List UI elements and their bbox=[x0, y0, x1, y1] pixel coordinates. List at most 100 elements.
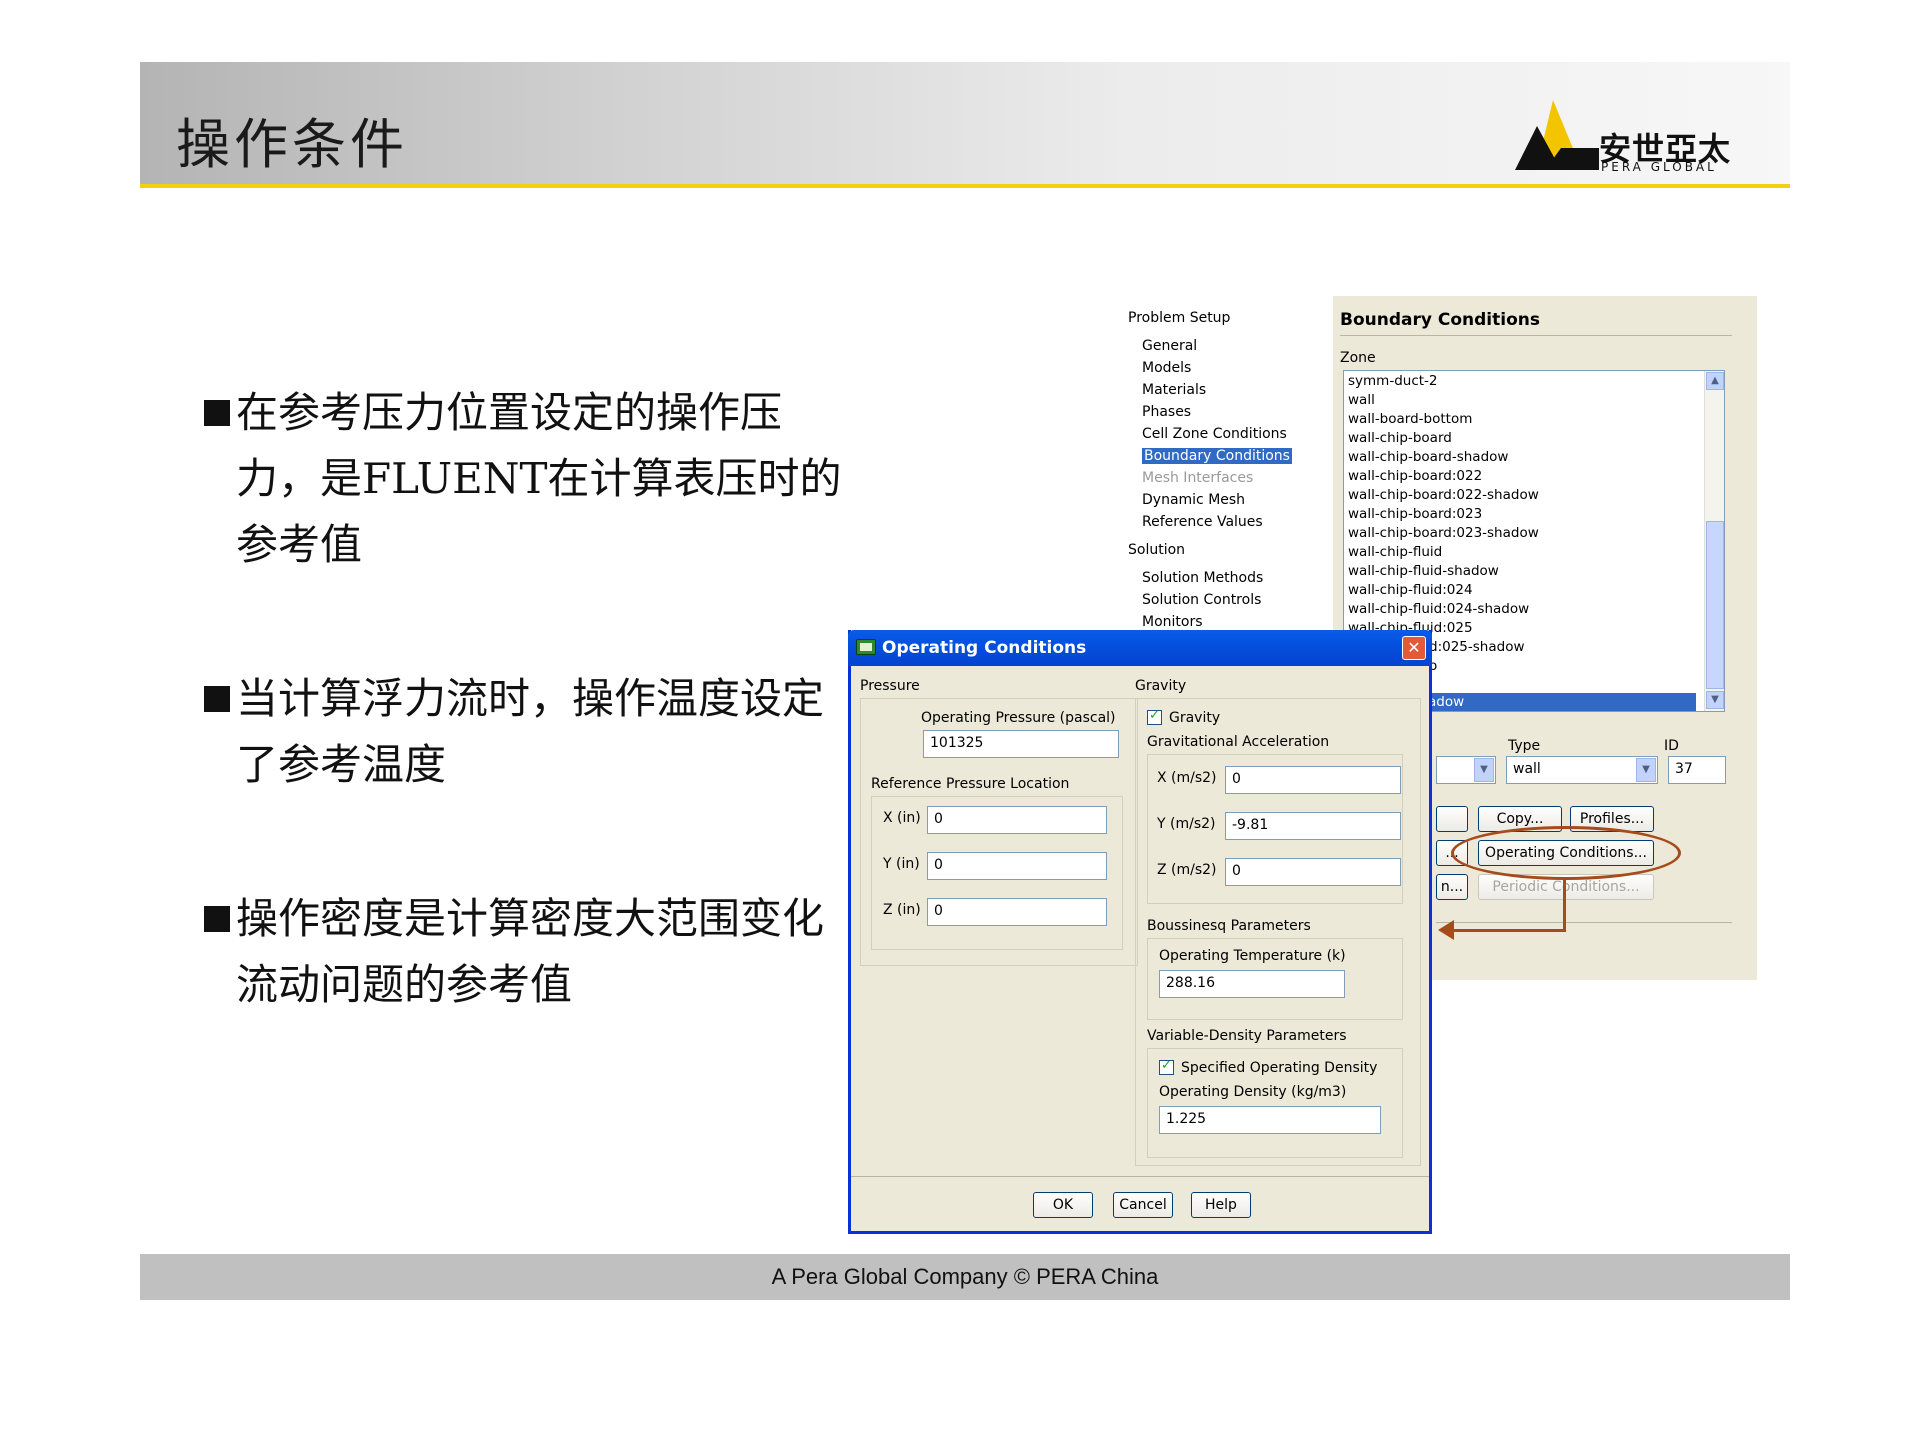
bullet-square-icon bbox=[204, 906, 230, 932]
divider bbox=[1340, 335, 1732, 336]
variable-density-parameters-label: Variable-Density Parameters bbox=[1147, 1028, 1347, 1044]
x-ms2-label: X (m/s2) bbox=[1157, 770, 1217, 786]
list-item[interactable]: wall-chip-fluid:024-shadow bbox=[1348, 601, 1529, 617]
list-item[interactable]: wall bbox=[1348, 392, 1375, 408]
chevron-down-icon[interactable]: ▼ bbox=[1636, 758, 1656, 782]
z-ms2-field[interactable]: 0 bbox=[1225, 858, 1401, 886]
tree-item-phases[interactable]: Phases bbox=[1142, 404, 1191, 420]
list-item[interactable]: wall-chip-fluid:024 bbox=[1348, 582, 1473, 598]
y-ms2-field[interactable]: -9.81 bbox=[1225, 812, 1401, 840]
list-item[interactable]: wall-chip-fluid-shadow bbox=[1348, 563, 1499, 579]
zone-list-scrollbar[interactable]: ▲ ▼ bbox=[1704, 371, 1724, 711]
tree-item-general[interactable]: General bbox=[1142, 338, 1197, 354]
tree-item-reference-values[interactable]: Reference Values bbox=[1142, 514, 1263, 530]
cancel-button[interactable]: Cancel bbox=[1113, 1192, 1173, 1218]
z-in-label: Z (in) bbox=[883, 902, 921, 918]
title-underline bbox=[140, 184, 1790, 188]
boussinesq-parameters-label: Boussinesq Parameters bbox=[1147, 918, 1311, 934]
chevron-down-icon[interactable]: ▼ bbox=[1474, 758, 1494, 782]
pressure-group-label: Pressure bbox=[860, 678, 920, 694]
arrow-left-icon bbox=[1438, 920, 1454, 940]
bullet-item: 操作密度是计算密度大范围变化流动问题的参考值 bbox=[204, 886, 864, 1018]
tree-item-cell-zone-conditions[interactable]: Cell Zone Conditions bbox=[1142, 426, 1287, 442]
bullet-item: 在参考压力位置设定的操作压力，是FLUENT在计算表压时的参考值 bbox=[204, 380, 864, 578]
tree-item-monitors[interactable]: Monitors bbox=[1142, 614, 1203, 630]
logo-text-en: PERA GLOBAL bbox=[1601, 160, 1717, 174]
edit-button[interactable] bbox=[1436, 806, 1468, 832]
gravity-checkbox-label: Gravity bbox=[1169, 710, 1221, 726]
divider bbox=[851, 1176, 1429, 1177]
footer-text: A Pera Global Company © PERA China bbox=[771, 1264, 1159, 1289]
callout-arrow bbox=[1563, 880, 1566, 932]
tree-item-dynamic-mesh[interactable]: Dynamic Mesh bbox=[1142, 492, 1245, 508]
operating-conditions-dialog: Operating Conditions ✕ Pressure Operatin… bbox=[848, 630, 1432, 1234]
zone-label: Zone bbox=[1340, 350, 1376, 366]
list-item[interactable]: wall-chip-board:022-shadow bbox=[1348, 487, 1539, 503]
highlight-ellipse bbox=[1451, 826, 1681, 880]
boundary-conditions-title: Boundary Conditions bbox=[1340, 310, 1540, 330]
phase-combo[interactable]: ▼ bbox=[1436, 756, 1496, 784]
tree-item-mesh-interfaces[interactable]: Mesh Interfaces bbox=[1142, 470, 1253, 486]
operating-temperature-field[interactable]: 288.16 bbox=[1159, 970, 1345, 998]
y-in-label: Y (in) bbox=[883, 856, 920, 872]
bullet-square-icon bbox=[204, 400, 230, 426]
tree-item-models[interactable]: Models bbox=[1142, 360, 1191, 376]
bullet-text: 当计算浮力流时，操作温度设定了参考温度 bbox=[236, 674, 825, 789]
tree-item-solution[interactable]: Solution bbox=[1128, 542, 1185, 558]
gravitational-acceleration-label: Gravitational Acceleration bbox=[1147, 734, 1330, 750]
pera-logo-icon bbox=[1515, 100, 1599, 170]
scroll-thumb[interactable] bbox=[1706, 521, 1724, 689]
reference-pressure-location-label: Reference Pressure Location bbox=[871, 776, 1070, 792]
dialog-title: Operating Conditions bbox=[882, 638, 1087, 658]
list-item[interactable]: wall-chip-fluid bbox=[1348, 544, 1442, 560]
tree-item-boundary-conditions[interactable]: Boundary Conditions bbox=[1142, 448, 1292, 464]
operating-temperature-label: Operating Temperature (k) bbox=[1159, 948, 1346, 964]
list-item[interactable]: wall-chip-board-shadow bbox=[1348, 449, 1508, 465]
tree-item-solution-methods[interactable]: Solution Methods bbox=[1142, 570, 1263, 586]
pera-logo: 安世亞太 PERA GLOBAL bbox=[1515, 96, 1745, 176]
bullet-square-icon bbox=[204, 686, 230, 712]
list-item[interactable]: wall-chip-board bbox=[1348, 430, 1452, 446]
x-ms2-field[interactable]: 0 bbox=[1225, 766, 1401, 794]
tree-item-materials[interactable]: Materials bbox=[1142, 382, 1206, 398]
display-mesh-button[interactable]: n... bbox=[1436, 874, 1468, 900]
x-in-field[interactable]: 0 bbox=[927, 806, 1107, 834]
z-in-field[interactable]: 0 bbox=[927, 898, 1107, 926]
dialog-titlebar[interactable]: Operating Conditions ✕ bbox=[848, 630, 1432, 666]
bullet-text: 操作密度是计算密度大范围变化流动问题的参考值 bbox=[236, 894, 825, 1009]
y-ms2-label: Y (m/s2) bbox=[1157, 816, 1216, 832]
help-button[interactable]: Help bbox=[1191, 1192, 1251, 1218]
close-icon[interactable]: ✕ bbox=[1402, 636, 1426, 660]
fluent-window-icon bbox=[856, 639, 876, 655]
operating-pressure-label: Operating Pressure (pascal) bbox=[921, 710, 1116, 726]
id-field[interactable]: 37 bbox=[1668, 756, 1726, 784]
list-item[interactable]: d:025-shadow bbox=[1429, 639, 1525, 655]
id-label: ID bbox=[1664, 738, 1679, 754]
z-ms2-label: Z (m/s2) bbox=[1157, 862, 1217, 878]
list-item[interactable]: wall-board-bottom bbox=[1348, 411, 1472, 427]
type-combo[interactable]: wall ▼ bbox=[1506, 756, 1658, 784]
type-label: Type bbox=[1508, 738, 1541, 754]
tree-item-problem-setup[interactable]: Problem Setup bbox=[1128, 310, 1230, 326]
specified-operating-density-checkbox[interactable] bbox=[1159, 1058, 1174, 1075]
slide-title: 操作条件 bbox=[176, 113, 408, 176]
gravity-group-label: Gravity bbox=[1135, 678, 1187, 694]
gravity-checkbox[interactable] bbox=[1147, 708, 1162, 725]
scroll-down-icon[interactable]: ▼ bbox=[1706, 691, 1724, 709]
callout-arrow bbox=[1444, 929, 1566, 932]
tree-item-solution-controls[interactable]: Solution Controls bbox=[1142, 592, 1261, 608]
list-item[interactable]: wall-chip-board:023 bbox=[1348, 506, 1482, 522]
bullet-text: 在参考压力位置设定的操作压力，是FLUENT在计算表压时的参考值 bbox=[236, 388, 842, 569]
scroll-up-icon[interactable]: ▲ bbox=[1706, 372, 1724, 390]
list-item[interactable]: symm-duct-2 bbox=[1348, 373, 1438, 389]
list-item[interactable]: wall-chip-board:023-shadow bbox=[1348, 525, 1539, 541]
y-in-field[interactable]: 0 bbox=[927, 852, 1107, 880]
divider bbox=[1436, 922, 1732, 923]
bullet-item: 当计算浮力流时，操作温度设定了参考温度 bbox=[204, 666, 864, 798]
ok-button[interactable]: OK bbox=[1033, 1192, 1093, 1218]
operating-density-field[interactable]: 1.225 bbox=[1159, 1106, 1381, 1134]
x-in-label: X (in) bbox=[883, 810, 921, 826]
operating-pressure-field[interactable]: 101325 bbox=[923, 730, 1119, 758]
specified-operating-density-label: Specified Operating Density bbox=[1181, 1060, 1378, 1076]
list-item[interactable]: wall-chip-board:022 bbox=[1348, 468, 1482, 484]
